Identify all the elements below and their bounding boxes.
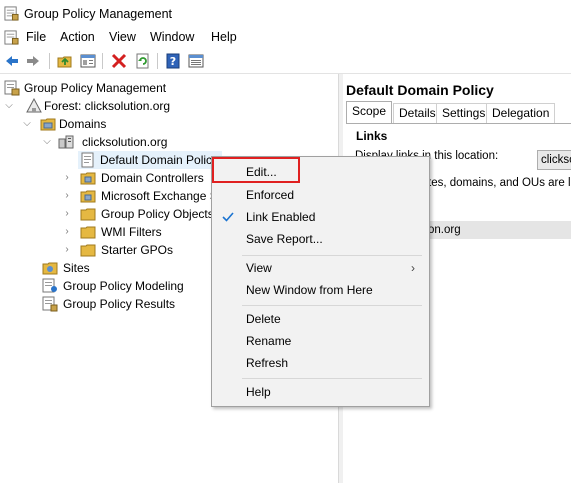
svg-text:?: ? (170, 55, 176, 68)
menu-file[interactable]: File (26, 30, 46, 44)
tree-label-microsoft-exchange: Microsoft Exchange S (101, 189, 218, 203)
tree-label-gp-modeling: Group Policy Modeling (63, 279, 184, 293)
menu-item-view[interactable]: View › (212, 257, 429, 279)
location-dropdown[interactable]: clicksc (537, 150, 571, 170)
menu-label-rename: Rename (246, 334, 292, 348)
properties-icon[interactable] (188, 53, 204, 69)
context-menu: Edit... Enforced Link Enabled Save Repor… (211, 156, 430, 407)
menu-label-delete: Delete (246, 312, 281, 326)
links-description-text: tes, domains, and OUs are link (428, 177, 571, 189)
menu-label-view: View (246, 261, 272, 275)
chevron-down-icon[interactable]: ⌵ (42, 133, 52, 151)
up-folder-icon[interactable] (57, 53, 73, 69)
links-row-location: on.org (428, 224, 461, 236)
forward-arrow-icon[interactable] (25, 53, 41, 69)
wmi-folder-icon (80, 226, 96, 239)
chevron-right-icon[interactable]: › (62, 223, 72, 241)
toolbar: ? (0, 49, 571, 74)
gpm-root-icon (4, 80, 20, 96)
menu-help[interactable]: Help (211, 30, 237, 44)
menu-item-help[interactable]: Help (212, 381, 429, 403)
tab-scope[interactable]: Scope (346, 101, 393, 123)
tree-item-default-domain-policy[interactable]: Default Domain Polic (78, 151, 222, 169)
ou-folder-icon (80, 190, 96, 203)
domain-icon (58, 135, 74, 149)
menu-item-link-enabled[interactable]: Link Enabled (212, 206, 429, 228)
menu-action[interactable]: Action (60, 30, 95, 44)
chevron-down-icon[interactable]: ⌵ (4, 97, 14, 115)
back-arrow-icon[interactable] (4, 53, 20, 69)
chevron-right-icon[interactable]: › (62, 187, 72, 205)
menu-item-enforced[interactable]: Enforced (212, 184, 429, 206)
tab-settings[interactable]: Settings (436, 103, 492, 123)
menu-window[interactable]: Window (150, 30, 194, 44)
tab-details[interactable]: Details (393, 103, 442, 123)
domains-icon (40, 118, 56, 131)
tree-label-domain: clicksolution.org (82, 135, 168, 149)
gpo-title: Default Domain Policy (346, 82, 494, 98)
menu-separator (242, 378, 422, 379)
menu-label-link-enabled: Link Enabled (246, 210, 316, 224)
chevron-right-icon[interactable]: › (62, 169, 72, 187)
modeling-icon (42, 278, 57, 293)
tree-label-default-domain-policy: Default Domain Polic (100, 153, 213, 167)
gpo-link-icon (81, 152, 94, 168)
delete-x-icon[interactable] (111, 53, 127, 69)
forest-icon (26, 98, 42, 113)
gpm-app-icon (4, 6, 19, 21)
tree-label-group-policy-objects: Group Policy Objects (101, 207, 214, 221)
links-heading: Links (356, 129, 388, 143)
starter-gpo-folder-icon (80, 244, 96, 257)
menu-view[interactable]: View (109, 30, 136, 44)
tree-label-forest: Forest: clicksolution.org (44, 99, 171, 113)
menu-bar: File Action View Window Help (0, 28, 571, 48)
menu-label-refresh: Refresh (246, 356, 289, 370)
menu-item-refresh[interactable]: Refresh (212, 352, 429, 374)
menu-label-save-report: Save Report... (246, 232, 323, 246)
toolbar-separator (49, 53, 50, 69)
results-icon (42, 296, 58, 312)
tree-label-sites: Sites (63, 261, 90, 275)
menu-item-delete[interactable]: Delete (212, 308, 429, 330)
chevron-down-icon[interactable]: ⌵ (22, 115, 32, 133)
refresh-icon[interactable] (135, 53, 151, 69)
tree-label-starter-gpos: Starter GPOs (101, 243, 174, 257)
toolbar-separator (102, 53, 103, 69)
tree-label-domain-controllers: Domain Controllers (101, 171, 204, 185)
tab-underline (346, 123, 571, 124)
ou-folder-icon (80, 172, 96, 185)
show-hide-tree-icon[interactable] (80, 53, 96, 69)
menu-separator (242, 305, 422, 306)
title-bar: Group Policy Management (0, 0, 571, 28)
submenu-chevron-icon: › (411, 261, 415, 275)
menu-separator (242, 255, 422, 256)
tree-label-wmi-filters: WMI Filters (101, 225, 162, 239)
menu-label-help: Help (246, 385, 271, 399)
toolbar-separator (157, 53, 158, 69)
window-title: Group Policy Management (24, 7, 172, 21)
edit-highlight-box (212, 157, 300, 183)
system-menu-icon[interactable] (4, 30, 19, 45)
tree-label-root: Group Policy Management (24, 81, 167, 95)
tree-label-gp-results: Group Policy Results (63, 297, 176, 311)
help-icon[interactable]: ? (165, 53, 181, 69)
chevron-right-icon[interactable]: › (62, 241, 72, 259)
tab-delegation[interactable]: Delegation (486, 103, 556, 123)
menu-item-save-report[interactable]: Save Report... (212, 228, 429, 250)
tree-label-domains: Domains (59, 117, 107, 131)
menu-label-new-window: New Window from Here (246, 283, 373, 297)
chevron-right-icon[interactable]: › (62, 205, 72, 223)
menu-label-enforced: Enforced (246, 188, 295, 202)
menu-item-new-window[interactable]: New Window from Here (212, 279, 429, 301)
menu-item-rename[interactable]: Rename (212, 330, 429, 352)
gpo-folder-icon (80, 208, 96, 221)
sites-icon (42, 262, 58, 275)
checkmark-icon (222, 212, 234, 222)
